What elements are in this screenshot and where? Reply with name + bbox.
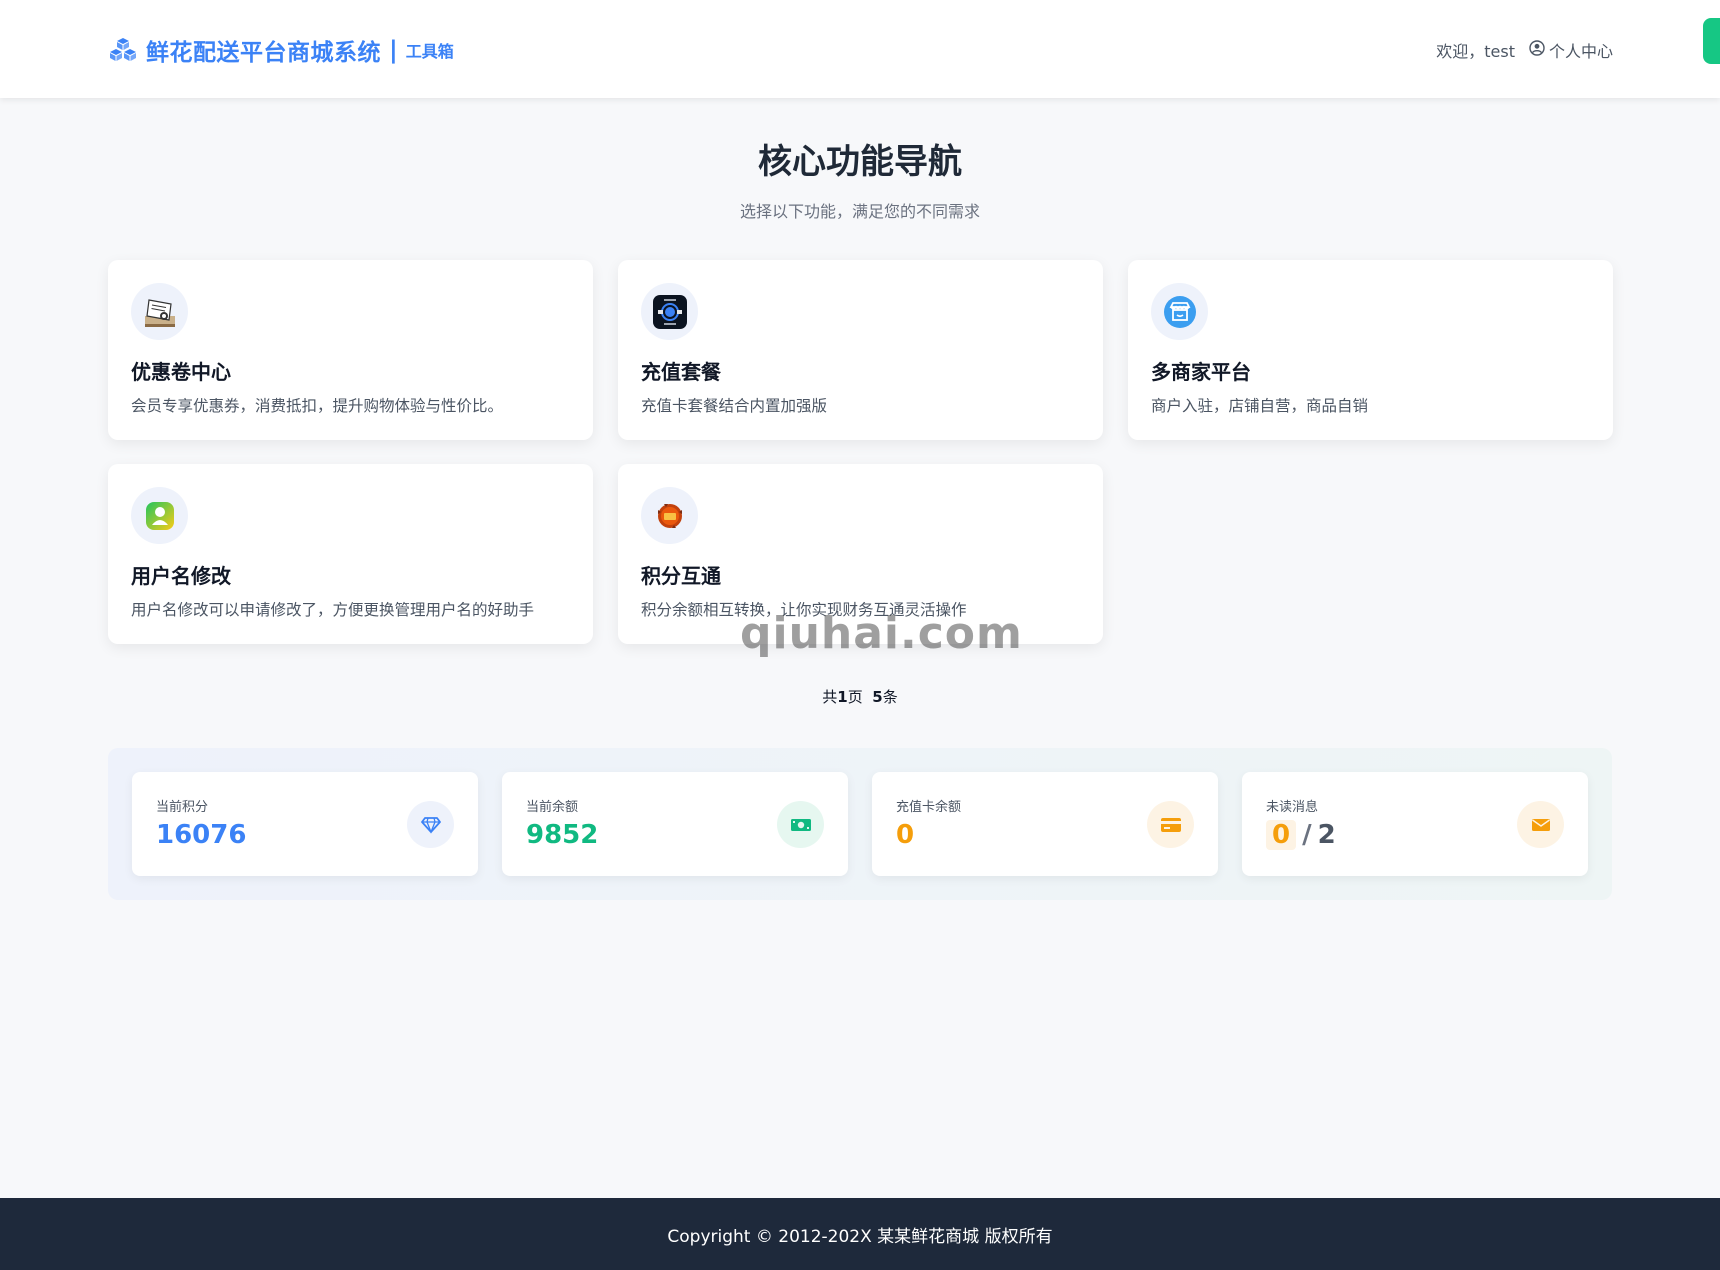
points-exchange-icon — [641, 487, 698, 544]
pager-count: 5 — [872, 688, 883, 706]
card-title: 积分互通 — [641, 564, 721, 588]
feature-card-merchant[interactable]: 多商家平台 商户入驻，店铺自营，商品自销 — [1128, 260, 1613, 440]
stat-label: 当前积分 — [156, 800, 209, 815]
card-desc: 用户名修改可以申请修改了，方便更换管理用户名的好助手 — [131, 601, 535, 619]
stat-card-balance[interactable]: 当前余额 9852 — [502, 772, 848, 876]
money-icon — [777, 801, 824, 848]
profile-link[interactable]: 个人中心 — [1529, 38, 1613, 62]
page-subtitle: 选择以下功能，满足您的不同需求 — [739, 202, 980, 221]
user-circle-icon — [1529, 40, 1545, 60]
stat-value: 16076 — [156, 820, 247, 850]
stat-card-card-balance[interactable]: 充值卡余额 0 — [872, 772, 1218, 876]
cubes-icon — [108, 35, 138, 65]
message-separator: / — [1302, 820, 1312, 850]
side-float-tab[interactable] — [1703, 18, 1720, 64]
card-title: 优惠卷中心 — [131, 360, 231, 384]
card-desc: 会员专享优惠券，消费抵扣，提升购物体验与性价比。 — [131, 397, 504, 415]
stat-card-points[interactable]: 当前积分 16076 — [132, 772, 478, 876]
top-header: 鲜花配送平台商城系统 | 工具箱 欢迎，test 个人中心 — [0, 0, 1720, 98]
copyright-text: Copyright © 2012-202X 某某鲜花商城 版权所有 — [667, 1226, 1053, 1247]
card-title: 用户名修改 — [131, 564, 231, 588]
unread-count: 0 — [1266, 820, 1297, 850]
pager-page-unit: 页 — [847, 688, 863, 706]
recharge-card-icon — [641, 283, 698, 340]
stats-panel: 当前积分 16076 当前余额 9852 充值卡余额 0 未读消息 0 / 2 — [108, 748, 1612, 900]
stat-value: 9852 — [526, 820, 599, 850]
stat-label: 充值卡余额 — [896, 800, 962, 815]
card-title: 充值套餐 — [641, 360, 721, 384]
store-icon — [1151, 283, 1208, 340]
user-area: 欢迎，test 个人中心 — [1436, 38, 1613, 62]
diamond-icon — [407, 801, 454, 848]
brand-link[interactable]: 鲜花配送平台商城系统 | 工具箱 — [108, 30, 454, 70]
page-title: 核心功能导航 — [758, 142, 962, 182]
brand-subtitle: 工具箱 — [405, 42, 454, 61]
coupon-icon — [131, 283, 188, 340]
footer: Copyright © 2012-202X 某某鲜花商城 版权所有 — [0, 1198, 1720, 1270]
envelope-icon — [1517, 801, 1564, 848]
stat-label: 当前余额 — [526, 800, 579, 815]
feature-card-coupon[interactable]: 优惠卷中心 会员专享优惠券，消费抵扣，提升购物体验与性价比。 — [108, 260, 593, 440]
feature-card-username[interactable]: 用户名修改 用户名修改可以申请修改了，方便更换管理用户名的好助手 — [108, 464, 593, 644]
total-count: 2 — [1317, 820, 1336, 850]
pager-count-unit: 条 — [882, 688, 898, 706]
profile-label: 个人中心 — [1548, 42, 1613, 61]
card-title: 多商家平台 — [1151, 360, 1251, 384]
welcome-text: 欢迎，test — [1436, 42, 1515, 61]
card-desc: 商户入驻，店铺自营，商品自销 — [1151, 397, 1369, 415]
feature-card-recharge[interactable]: 充值套餐 充值卡套餐结合内置加强版 — [618, 260, 1103, 440]
pager-pages: 1 — [837, 688, 848, 706]
pager-prefix: 共 — [822, 688, 838, 706]
brand-separator: | — [389, 36, 398, 64]
user-icon — [131, 487, 188, 544]
stat-value: 0 — [896, 820, 915, 850]
stat-value-messages: 0/2 — [1266, 820, 1336, 850]
card-desc: 充值卡套餐结合内置加强版 — [641, 397, 828, 415]
pagination-summary: 共1页 5条 — [0, 686, 1720, 707]
brand-title: 鲜花配送平台商城系统 — [146, 40, 381, 66]
credit-card-icon — [1147, 801, 1194, 848]
stat-card-messages[interactable]: 未读消息 0/2 — [1242, 772, 1588, 876]
stat-label: 未读消息 — [1266, 800, 1319, 815]
watermark: qiuhai.com — [740, 608, 1023, 659]
